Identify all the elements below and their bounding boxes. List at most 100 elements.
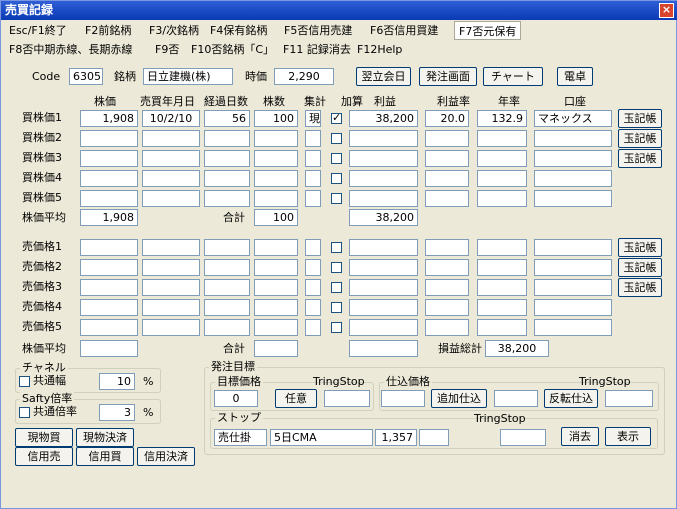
sell-profit-field-3[interactable] xyxy=(349,279,418,296)
sell-profit-field-2[interactable] xyxy=(349,259,418,276)
sell-rate-field-3[interactable] xyxy=(425,279,469,296)
buy-rate-field-5[interactable] xyxy=(425,190,469,207)
menu-item-9[interactable]: F9否 xyxy=(151,40,183,59)
menu-item-12[interactable]: F12Help xyxy=(353,40,406,59)
buy-shares-field-2[interactable] xyxy=(254,130,298,147)
margin-buy-button[interactable]: 信用買 xyxy=(76,447,134,466)
buy-account-field-4[interactable] xyxy=(534,170,612,187)
sell-price-field-1[interactable] xyxy=(80,239,138,256)
sell-date-field-5[interactable] xyxy=(142,319,200,336)
channel-value-field[interactable]: 10 xyxy=(99,373,135,390)
sell-profit-field-5[interactable] xyxy=(349,319,418,336)
buy-annual-field-5[interactable] xyxy=(477,190,527,207)
safty-value-field[interactable]: 3 xyxy=(99,404,135,421)
reverse-entry-button[interactable]: 反転仕込 xyxy=(544,389,598,408)
buy-record-button-2[interactable]: 玉記帳 xyxy=(618,129,662,148)
buy-date-field-3[interactable] xyxy=(142,150,200,167)
sell-record-button-2[interactable]: 玉記帳 xyxy=(618,258,662,277)
sell-days-field-3[interactable] xyxy=(204,279,250,296)
name-field[interactable]: 日立建機(株) xyxy=(143,68,233,85)
sell-total-field[interactable] xyxy=(254,340,298,357)
sell-date-field-3[interactable] xyxy=(142,279,200,296)
sell-profit-field-1[interactable] xyxy=(349,239,418,256)
sell-days-field-4[interactable] xyxy=(204,299,250,316)
entry-price-field[interactable] xyxy=(381,390,425,407)
margin-settle-button[interactable]: 信用決済 xyxy=(137,447,195,466)
sell-price-field-2[interactable] xyxy=(80,259,138,276)
buy-annual-field-1[interactable]: 132.9 xyxy=(477,110,527,127)
buy-account-field-1[interactable]: マネックス xyxy=(534,110,612,127)
sell-account-field-4[interactable] xyxy=(534,299,612,316)
sell-sum-field-1[interactable] xyxy=(305,239,321,256)
sell-profit-total-field[interactable] xyxy=(349,340,418,357)
sell-shares-field-5[interactable] xyxy=(254,319,298,336)
buy-add-checkbox-5[interactable] xyxy=(331,193,342,204)
buy-date-field-5[interactable] xyxy=(142,190,200,207)
buy-date-field-1[interactable]: 10/2/10 xyxy=(142,110,200,127)
buy-price-field-5[interactable] xyxy=(80,190,138,207)
buy-rate-field-2[interactable] xyxy=(425,130,469,147)
sell-days-field-1[interactable] xyxy=(204,239,250,256)
next-day-button[interactable]: 翌立会日 xyxy=(356,67,411,86)
stop-extra-field[interactable] xyxy=(419,429,449,446)
buy-price-field-3[interactable] xyxy=(80,150,138,167)
sell-annual-field-2[interactable] xyxy=(477,259,527,276)
sell-annual-field-4[interactable] xyxy=(477,299,527,316)
sell-rate-field-1[interactable] xyxy=(425,239,469,256)
stop-type-field[interactable]: 売仕掛 xyxy=(214,429,267,446)
buy-sum-field-5[interactable] xyxy=(305,190,321,207)
safty-common-checkbox[interactable] xyxy=(19,407,30,418)
sell-record-button-3[interactable]: 玉記帳 xyxy=(618,278,662,297)
buy-shares-field-5[interactable] xyxy=(254,190,298,207)
tringstop-field-2[interactable] xyxy=(605,390,653,407)
sell-account-field-1[interactable] xyxy=(534,239,612,256)
pl-total-field[interactable]: 38,200 xyxy=(485,340,549,357)
sell-account-field-2[interactable] xyxy=(534,259,612,276)
buy-date-field-4[interactable] xyxy=(142,170,200,187)
close-button[interactable]: × xyxy=(659,3,674,18)
buy-annual-field-3[interactable] xyxy=(477,150,527,167)
buy-days-field-2[interactable] xyxy=(204,130,250,147)
clear-button[interactable]: 消去 xyxy=(561,427,599,446)
buy-rate-field-4[interactable] xyxy=(425,170,469,187)
menu-item-4[interactable]: F4保有銘柄 xyxy=(206,21,271,40)
buy-add-checkbox-1[interactable] xyxy=(331,111,342,124)
code-field[interactable]: 6305 xyxy=(69,68,103,85)
buy-account-field-3[interactable] xyxy=(534,150,612,167)
buy-annual-field-2[interactable] xyxy=(477,130,527,147)
menu-item-11[interactable]: F11 記録消去 xyxy=(279,40,355,59)
sell-sum-field-2[interactable] xyxy=(305,259,321,276)
channel-common-checkbox[interactable] xyxy=(19,376,30,387)
buy-price-field-1[interactable]: 1,908 xyxy=(80,110,138,127)
sell-account-field-5[interactable] xyxy=(534,319,612,336)
sell-sum-field-5[interactable] xyxy=(305,319,321,336)
buy-price-field-4[interactable] xyxy=(80,170,138,187)
sell-date-field-2[interactable] xyxy=(142,259,200,276)
sell-add-checkbox-5[interactable] xyxy=(331,322,342,333)
buy-add-checkbox-4[interactable] xyxy=(331,173,342,184)
tringstop-field-1[interactable] xyxy=(324,390,370,407)
sell-rate-field-2[interactable] xyxy=(425,259,469,276)
menu-item-3[interactable]: F3/次銘柄 xyxy=(145,21,203,40)
buy-shares-field-1[interactable]: 100 xyxy=(254,110,298,127)
sell-annual-field-3[interactable] xyxy=(477,279,527,296)
buy-days-field-1[interactable]: 56 xyxy=(204,110,250,127)
menu-item-2[interactable]: F2前銘柄 xyxy=(81,21,135,40)
buy-days-field-3[interactable] xyxy=(204,150,250,167)
sell-annual-field-1[interactable] xyxy=(477,239,527,256)
buy-total-field[interactable]: 100 xyxy=(254,209,298,226)
buy-account-field-2[interactable] xyxy=(534,130,612,147)
sell-add-checkbox-3[interactable] xyxy=(331,282,342,293)
sell-annual-field-5[interactable] xyxy=(477,319,527,336)
calculator-button[interactable]: 電卓 xyxy=(557,67,593,86)
buy-sum-field-3[interactable] xyxy=(305,150,321,167)
sell-date-field-4[interactable] xyxy=(142,299,200,316)
menu-item-6[interactable]: F6否信用買建 xyxy=(366,21,442,40)
buy-profit-field-5[interactable] xyxy=(349,190,418,207)
buy-days-field-5[interactable] xyxy=(204,190,250,207)
buy-sum-field-1[interactable]: 現 xyxy=(305,110,321,127)
buy-record-button-3[interactable]: 玉記帳 xyxy=(618,149,662,168)
sell-sum-field-4[interactable] xyxy=(305,299,321,316)
sell-shares-field-3[interactable] xyxy=(254,279,298,296)
menu-item-5[interactable]: F5否信用売建 xyxy=(280,21,356,40)
